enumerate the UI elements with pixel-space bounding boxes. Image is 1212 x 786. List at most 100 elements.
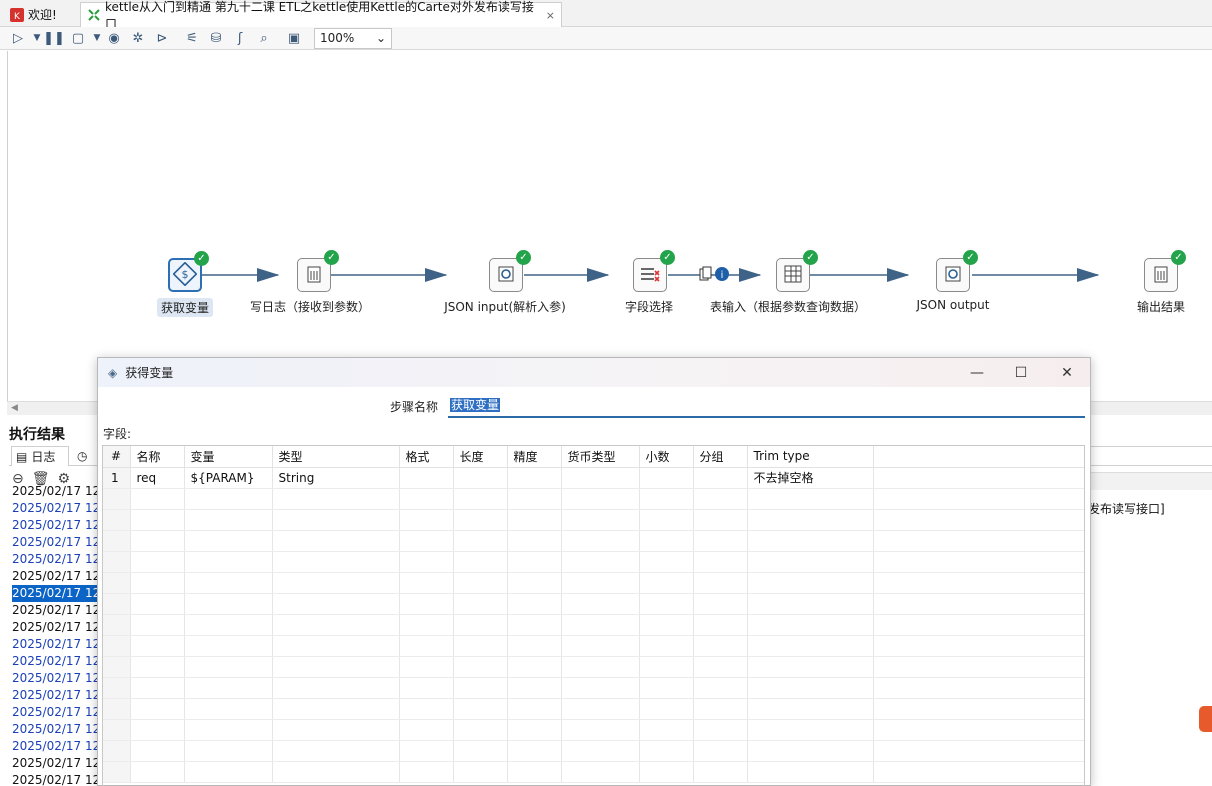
log-filter-field[interactable] xyxy=(1089,446,1212,466)
table-cell[interactable] xyxy=(103,530,131,552)
table-cell[interactable] xyxy=(639,656,694,678)
table-cell[interactable] xyxy=(693,572,748,594)
table-cell[interactable] xyxy=(561,509,640,531)
fields-grid[interactable]: # 名称 变量 类型 格式 长度 精度 货币类型 小数 分组 Trim type 1 req ${PAR… xyxy=(102,445,1085,786)
table-cell[interactable] xyxy=(693,530,748,552)
table-cell[interactable] xyxy=(103,593,131,615)
table-cell[interactable] xyxy=(453,677,508,699)
log-line[interactable]: 2025/02/17 12 xyxy=(12,568,98,585)
table-cell[interactable] xyxy=(507,614,562,636)
log-line[interactable]: 2025/02/17 12 xyxy=(12,619,98,636)
table-cell[interactable] xyxy=(184,572,273,594)
stop-dropdown-icon[interactable]: ▼ xyxy=(92,29,102,47)
table-cell[interactable] xyxy=(561,719,640,741)
table-cell[interactable] xyxy=(693,614,748,636)
table-cell[interactable] xyxy=(873,551,1084,573)
table-cell[interactable] xyxy=(453,698,508,720)
table-cell[interactable] xyxy=(130,677,185,699)
table-cell[interactable] xyxy=(272,551,400,573)
column-header[interactable] xyxy=(873,446,1084,468)
table-cell[interactable] xyxy=(639,593,694,615)
table-cell[interactable] xyxy=(507,698,562,720)
table-cell[interactable] xyxy=(561,635,640,657)
table-cell[interactable] xyxy=(873,593,1084,615)
table-cell[interactable] xyxy=(639,488,694,510)
table-cell[interactable] xyxy=(399,593,454,615)
table-cell[interactable] xyxy=(399,740,454,762)
column-header[interactable]: 名称 xyxy=(130,446,185,468)
table-cell[interactable] xyxy=(507,572,562,594)
table-cell[interactable] xyxy=(130,593,185,615)
table-cell[interactable] xyxy=(561,530,640,552)
table-cell[interactable] xyxy=(184,509,273,531)
table-cell[interactable] xyxy=(453,761,508,783)
column-header[interactable]: 类型 xyxy=(272,446,400,468)
table-cell[interactable] xyxy=(507,740,562,762)
table-cell[interactable] xyxy=(184,740,273,762)
table-cell[interactable] xyxy=(272,656,400,678)
log-line[interactable]: 2025/02/17 12 xyxy=(12,517,98,534)
table-cell[interactable] xyxy=(693,509,748,531)
table-cell[interactable] xyxy=(103,698,131,720)
table-cell[interactable] xyxy=(507,467,562,489)
table-cell[interactable] xyxy=(103,551,131,573)
table-cell[interactable] xyxy=(272,698,400,720)
table-cell[interactable] xyxy=(399,572,454,594)
scroll-left-icon[interactable]: ◀ xyxy=(11,403,18,413)
table-cell[interactable] xyxy=(507,530,562,552)
table-cell[interactable] xyxy=(130,719,185,741)
table-cell[interactable] xyxy=(130,740,185,762)
table-cell[interactable] xyxy=(272,530,400,552)
table-cell[interactable]: ${PARAM} xyxy=(184,467,273,489)
table-row-empty[interactable] xyxy=(103,761,1084,783)
log-list[interactable]: 2025/02/17 12 2025/02/17 12 2025/02/17 12 2… xyxy=(12,483,98,786)
table-row-empty[interactable] xyxy=(103,509,1084,531)
close-tab-icon[interactable]: ⨯ xyxy=(546,9,555,22)
table-cell[interactable] xyxy=(103,572,131,594)
tab-history[interactable]: ◷ xyxy=(73,446,99,466)
table-cell[interactable] xyxy=(693,467,748,489)
log-line[interactable]: 2025/02/17 12 xyxy=(12,772,98,786)
column-header[interactable]: 货币类型 xyxy=(561,446,640,468)
table-cell[interactable] xyxy=(693,761,748,783)
table-cell[interactable] xyxy=(272,740,400,762)
table-cell[interactable] xyxy=(873,530,1084,552)
table-cell[interactable] xyxy=(873,656,1084,678)
column-header[interactable]: 变量 xyxy=(184,446,273,468)
table-cell[interactable] xyxy=(103,509,131,531)
table-cell[interactable] xyxy=(130,698,185,720)
table-row-empty[interactable] xyxy=(103,698,1084,720)
stop-icon[interactable]: ▢ xyxy=(68,29,88,47)
log-line[interactable]: 2025/02/17 12 xyxy=(12,483,98,500)
column-header[interactable]: 长度 xyxy=(453,446,508,468)
table-cell[interactable] xyxy=(103,677,131,699)
table-cell[interactable]: 1 xyxy=(103,467,131,489)
table-cell[interactable] xyxy=(453,488,508,510)
table-cell[interactable] xyxy=(747,698,874,720)
table-cell[interactable] xyxy=(507,635,562,657)
table-cell[interactable] xyxy=(561,761,640,783)
table-cell[interactable] xyxy=(747,572,874,594)
table-cell[interactable] xyxy=(453,656,508,678)
table-cell[interactable] xyxy=(130,509,185,531)
table-row-empty[interactable] xyxy=(103,593,1084,615)
table-row-empty[interactable] xyxy=(103,614,1084,636)
table-cell[interactable] xyxy=(561,740,640,762)
tab-transformation[interactable]: kettle从入门到精通 第九十二课 ETL之kettle使用Kettle的Ca… xyxy=(80,0,562,31)
table-cell[interactable] xyxy=(103,719,131,741)
table-cell[interactable] xyxy=(399,698,454,720)
table-cell[interactable] xyxy=(184,719,273,741)
impact-icon[interactable]: ⛁ xyxy=(206,29,226,47)
table-cell[interactable] xyxy=(184,530,273,552)
show-results-icon[interactable]: ▣ xyxy=(284,29,304,47)
table-cell[interactable] xyxy=(184,593,273,615)
minimize-button[interactable]: — xyxy=(957,358,997,387)
table-cell[interactable] xyxy=(693,698,748,720)
table-cell[interactable] xyxy=(507,656,562,678)
table-cell[interactable] xyxy=(639,719,694,741)
log-line[interactable]: 2025/02/17 12 xyxy=(12,602,98,619)
table-cell[interactable] xyxy=(561,698,640,720)
table-cell[interactable] xyxy=(693,656,748,678)
column-header[interactable]: # xyxy=(103,446,131,468)
table-cell[interactable] xyxy=(399,719,454,741)
